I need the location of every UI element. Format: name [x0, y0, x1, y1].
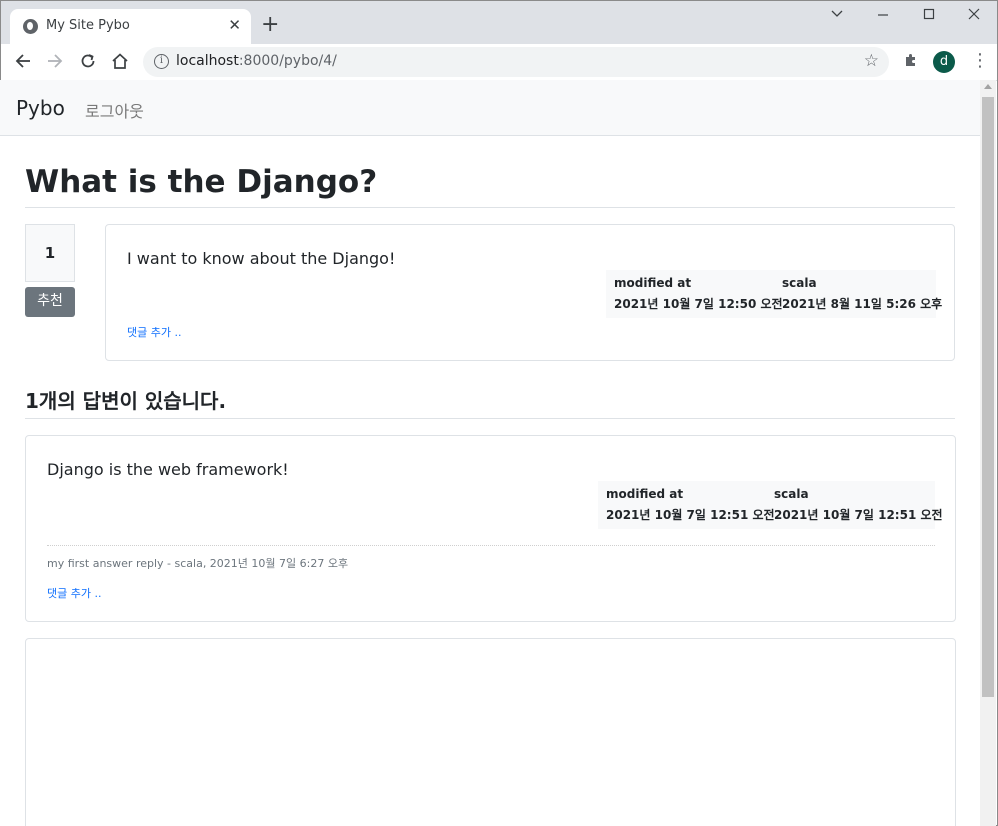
logout-link[interactable]: 로그아웃: [85, 98, 144, 122]
answer-count-heading: 1개의 답변이 있습니다.: [25, 385, 226, 414]
navbar-brand[interactable]: Pybo: [16, 96, 65, 120]
title-bar: My Site Pybo ✕ +: [1, 1, 997, 44]
tab-close-icon[interactable]: ✕: [228, 16, 241, 34]
home-icon[interactable]: [111, 52, 129, 74]
vertical-scrollbar[interactable]: [980, 80, 996, 826]
answer-content: Django is the web framework!: [47, 460, 289, 479]
add-comment-link[interactable]: 댓글 추가 ..: [127, 324, 181, 340]
created-date: 2021년 10월 7일 12:51 오전: [774, 508, 943, 522]
author-name: scala: [782, 276, 817, 290]
scroll-up-arrow-icon[interactable]: [984, 84, 992, 89]
answers-divider: [25, 418, 955, 419]
title-divider: [25, 207, 955, 208]
answer-meta: modified at 2021년 10월 7일 12:51 오전 scala …: [598, 481, 943, 529]
author-name: scala: [774, 487, 809, 501]
answer-count-text: 개의 답변이 있습니다.: [38, 389, 227, 413]
browser-tab[interactable]: My Site Pybo ✕: [10, 9, 251, 44]
comment-divider: [47, 545, 935, 546]
tab-title: My Site Pybo: [46, 18, 130, 33]
close-window-icon[interactable]: [967, 7, 981, 25]
answer-comment: my first answer reply - scala, 2021년 10월…: [47, 557, 349, 570]
forward-icon[interactable]: [46, 52, 64, 74]
question-title: What is the Django?: [25, 164, 378, 200]
new-tab-button[interactable]: +: [261, 14, 279, 36]
url-path: :8000/pybo/4/: [238, 53, 337, 69]
add-comment-link[interactable]: 댓글 추가 ..: [47, 585, 101, 601]
question-content: I want to know about the Django!: [127, 249, 396, 268]
modified-label: modified at: [606, 487, 684, 501]
recommend-button[interactable]: 추천: [25, 287, 75, 317]
menu-kebab-icon[interactable]: ⋮: [971, 50, 989, 71]
modified-label: modified at: [614, 276, 692, 290]
info-icon[interactable]: i: [154, 54, 169, 69]
page-viewport: Pybo 로그아웃 What is the Django? 1 추천 I wan…: [0, 80, 980, 826]
globe-icon: [23, 19, 38, 34]
vote-count: 1: [25, 224, 75, 282]
chevron-down-icon[interactable]: [830, 7, 844, 25]
bookmark-star-icon[interactable]: ☆: [864, 51, 879, 71]
back-icon[interactable]: [14, 52, 32, 74]
profile-avatar[interactable]: d: [933, 51, 955, 73]
modified-date: 2021년 10월 7일 12:50 오전: [614, 297, 783, 311]
extensions-puzzle-icon[interactable]: [903, 52, 919, 72]
answer-count-number: 1: [25, 389, 39, 413]
created-date: 2021년 8월 11일 5:26 오후: [782, 297, 943, 311]
reload-icon[interactable]: [79, 52, 97, 74]
url-host: localhost: [176, 53, 239, 69]
url-text[interactable]: localhost:8000/pybo/4/: [176, 53, 337, 69]
minimize-icon[interactable]: [876, 7, 890, 25]
browser-toolbar: i localhost:8000/pybo/4/ ☆ d ⋮: [1, 44, 997, 81]
maximize-icon[interactable]: [922, 7, 936, 25]
site-navbar: Pybo 로그아웃: [0, 80, 980, 136]
question-meta: modified at 2021년 10월 7일 12:50 오전 scala …: [606, 270, 942, 318]
answer-card: Django is the web framework! modified at…: [25, 435, 956, 622]
address-bar[interactable]: i localhost:8000/pybo/4/ ☆: [143, 47, 889, 77]
modified-date: 2021년 10월 7일 12:51 오전: [606, 508, 775, 522]
question-card: I want to know about the Django! modifie…: [105, 224, 955, 361]
scrollbar-thumb[interactable]: [982, 97, 994, 697]
answer-editor[interactable]: [25, 638, 956, 826]
